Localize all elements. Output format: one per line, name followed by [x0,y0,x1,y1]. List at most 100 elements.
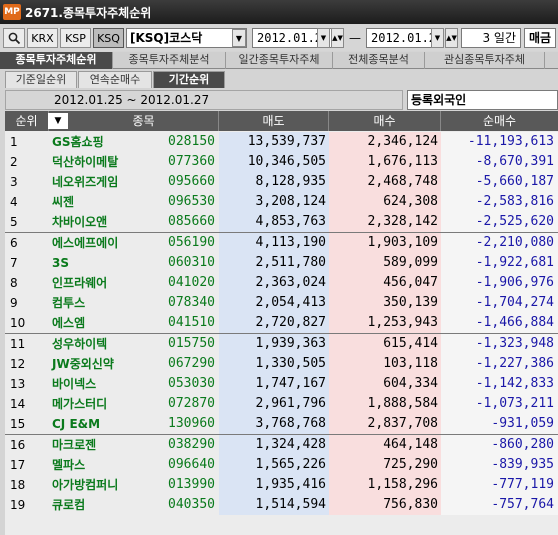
stock-code-cell: 015750 [148,334,219,354]
stock-name-cell: 바이넥스 [49,374,148,394]
stock-code-cell: 095660 [148,172,219,192]
tab-daily-stock-investor[interactable]: 일간종목투자주체 [226,52,333,69]
net-buy-cell: -757,764 [441,495,558,515]
rank-cell: 2 [5,152,49,172]
net-buy-cell: -777,119 [441,475,558,495]
stock-code-cell: 096640 [148,455,219,475]
buy-volume-cell: 624,308 [329,192,441,212]
main-tab-bar: 종목투자주체순위 종목투자주체분석 일간종목투자주체 전체종목분석 관심종목투자… [0,52,558,69]
rank-cell: 18 [5,475,49,495]
tab-base-date-rank[interactable]: 기준일순위 [5,71,77,88]
table-row[interactable]: 7 3S 060310 2,511,780 589,099 -1,922,681 [5,253,558,273]
column-header-stock[interactable]: 종목 [69,111,219,131]
stock-name-cell: 에스엠 [49,313,148,333]
date-separator: — [349,31,361,45]
column-header-net-buy[interactable]: 순매수 [441,111,558,131]
buy-volume-cell: 589,099 [329,253,441,273]
buy-volume-cell: 615,414 [329,334,441,354]
table-row[interactable]: 14 메가스터디 072870 2,961,796 1,888,584 -1,073,21… [5,394,558,414]
table-header: 순위 ▼ 종목 매도 매수 순매수 [5,111,558,131]
stock-name-cell: 아가방컴퍼니 [49,475,148,495]
net-buy-cell: -5,660,187 [441,172,558,192]
net-buy-cell: -1,073,211 [441,394,558,414]
date-from-spinner[interactable]: ▲▼ [331,28,344,48]
buy-volume-cell: 1,903,109 [329,233,441,253]
ranking-table: 순위 ▼ 종목 매도 매수 순매수 1 GS홈쇼핑 028150 13,539,737… [5,111,558,535]
stock-code-cell: 085660 [148,212,219,232]
column-header-rank[interactable]: 순위 [5,111,49,131]
market-select[interactable]: [KSQ]코스닥 [126,28,247,48]
table-row[interactable]: 18 아가방컴퍼니 013990 1,935,416 1,158,296 -777,119 [5,475,558,495]
table-row[interactable]: 19 큐로컴 040350 1,514,594 756,830 -757,764 [5,495,558,515]
market-button-ksp[interactable]: KSP [60,28,91,48]
column-header-sell[interactable]: 매도 [219,111,329,131]
net-buy-cell: -1,466,884 [441,313,558,333]
calendar-dropdown-icon[interactable]: ▼ [431,28,444,48]
market-button-krx[interactable]: KRX [27,28,58,48]
net-buy-cell: -839,935 [441,455,558,475]
tab-all-stock-analysis[interactable]: 전체종목분석 [333,52,425,69]
stock-code-cell: 078340 [148,293,219,313]
sell-volume-cell: 1,747,167 [219,374,329,394]
table-row[interactable]: 16 마크로젠 038290 1,324,428 464,148 -860,280 [5,435,558,455]
tab-stock-investor-analysis[interactable]: 종목투자주체분석 [113,52,226,69]
rank-cell: 11 [5,334,49,354]
stock-name-cell: 큐로컴 [49,495,148,515]
table-row[interactable]: 5 차바이오앤 085660 4,853,763 2,328,142 -2,525,620 [5,212,558,232]
table-row[interactable]: 8 인프라웨어 041020 2,363,024 456,047 -1,906,976 [5,273,558,293]
table-row[interactable]: 9 컴투스 078340 2,054,413 350,139 -1,704,274 [5,293,558,313]
chevron-down-icon[interactable]: ▼ [232,29,246,47]
stock-name-cell: 에스에프에이 [49,233,148,253]
table-row[interactable]: 1 GS홈쇼핑 028150 13,539,737 2,346,124 -11,193,6… [5,132,558,152]
investor-type-field[interactable]: 등록외국인 [407,90,558,110]
table-row[interactable]: 4 씨젠 096530 3,208,124 624,308 -2,583,816 [5,192,558,212]
table-row[interactable]: 13 바이넥스 053030 1,747,167 604,334 -1,142,833 [5,374,558,394]
sell-volume-cell: 1,565,226 [219,455,329,475]
net-buy-cell: -1,704,274 [441,293,558,313]
calendar-dropdown-icon[interactable]: ▼ [317,28,330,48]
sell-volume-cell: 8,128,935 [219,172,329,192]
stock-name-cell: 멜파스 [49,455,148,475]
buy-volume-cell: 350,139 [329,293,441,313]
search-button[interactable] [3,28,25,48]
tab-stock-investor-rank[interactable]: 종목투자주체순위 [0,52,113,69]
table-row[interactable]: 15 CJ E&M 130960 3,768,768 2,837,708 -931,059 [5,414,558,434]
table-row[interactable]: 12 JW중외신약 067290 1,330,505 103,118 -1,227,386 [5,354,558,374]
column-header-buy[interactable]: 매수 [329,111,441,131]
tab-consecutive-net-buy[interactable]: 연속순매수 [78,71,152,88]
table-row[interactable]: 11 성우하이텍 015750 1,939,363 615,414 -1,323,948 [5,334,558,354]
window-title: 2671.종목투자주체순위 [25,5,152,20]
buy-volume-cell: 1,888,584 [329,394,441,414]
rank-cell: 9 [5,293,49,313]
stock-code-cell: 077360 [148,152,219,172]
period-days-field[interactable]: 3 일간 [461,28,521,48]
table-row[interactable]: 10 에스엠 041510 2,720,827 1,253,943 -1,466,884 [5,313,558,333]
sort-dropdown-icon[interactable]: ▼ [48,113,68,129]
rank-cell: 14 [5,394,49,414]
market-button-ksq[interactable]: KSQ [93,28,124,48]
tab-watchlist-investor[interactable]: 관심종목투자주체 [425,52,545,69]
sell-volume-cell: 2,961,796 [219,394,329,414]
table-row[interactable]: 6 에스에프에이 056190 4,113,190 1,903,109 -2,210,08… [5,233,558,253]
rank-cell: 1 [5,132,49,152]
rank-cell: 12 [5,354,49,374]
date-to-spinner[interactable]: ▲▼ [445,28,458,48]
table-row[interactable]: 2 덕산하이메탈 077360 10,346,505 1,676,113 -8,670,3… [5,152,558,172]
rank-cell: 6 [5,233,49,253]
table-row[interactable]: 17 멜파스 096640 1,565,226 725,290 -839,935 [5,455,558,475]
stock-code-cell: 056190 [148,233,219,253]
stock-code-cell: 053030 [148,374,219,394]
sell-volume-cell: 10,346,505 [219,152,329,172]
stock-code-cell: 041020 [148,273,219,293]
tab-period-rank[interactable]: 기간순위 [153,71,225,88]
table-row[interactable]: 3 네오위즈게임 095660 8,128,935 2,468,748 -5,660,18… [5,172,558,192]
stock-name-cell: 메가스터디 [49,394,148,414]
stock-code-cell: 130960 [148,414,219,434]
stock-name-cell: 3S [49,253,148,273]
amount-mode-button[interactable]: 매금 [524,28,556,48]
buy-volume-cell: 1,676,113 [329,152,441,172]
stock-name-cell: CJ E&M [49,414,148,434]
net-buy-cell: -1,906,976 [441,273,558,293]
buy-volume-cell: 456,047 [329,273,441,293]
rank-cell: 15 [5,414,49,434]
